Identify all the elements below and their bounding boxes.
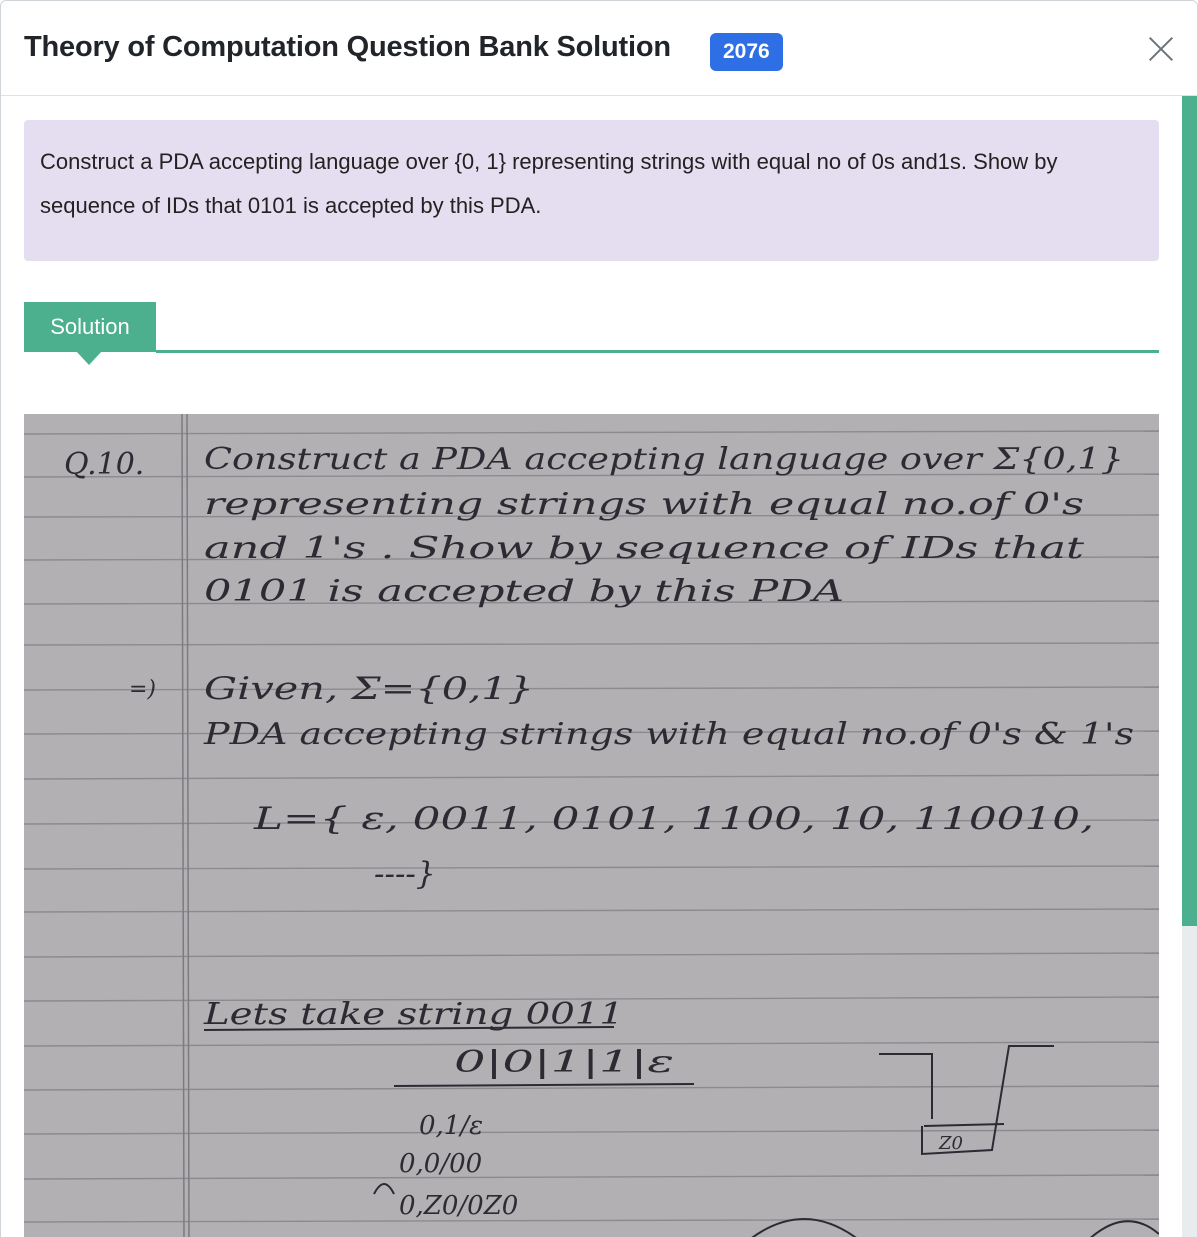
note-line-2: representing strings with equal no.of 0'…	[204, 487, 1084, 522]
question-solution-modal: Theory of Computation Question Bank Solu…	[0, 0, 1198, 1238]
question-box: Construct a PDA accepting language over …	[24, 120, 1159, 261]
note-answer-mark: =)	[129, 677, 156, 702]
note-language-cont: ----}	[374, 856, 436, 892]
note-transition-2: 0,0/00	[399, 1149, 482, 1179]
close-icon[interactable]	[1143, 31, 1179, 67]
note-transition-3: 0,Z0/0Z0	[399, 1191, 518, 1221]
solution-tab[interactable]: Solution	[24, 302, 156, 352]
note-line-4: 0101 is accepted by this PDA	[204, 574, 844, 609]
note-tape: 0|0|1|1|ε	[454, 1045, 674, 1080]
note-line-1: Construct a PDA accepting language over …	[204, 442, 1124, 477]
note-transition-1: 0,1/ε	[419, 1111, 483, 1141]
modal-body: Construct a PDA accepting language over …	[1, 96, 1181, 1237]
solution-divider	[156, 350, 1159, 353]
solution-tab-arrow	[76, 351, 102, 365]
modal-header: Theory of Computation Question Bank Solu…	[1, 1, 1197, 96]
modal-title: Theory of Computation Question Bank Solu…	[24, 31, 671, 63]
year-badge: 2076	[710, 33, 783, 71]
question-text: Construct a PDA accepting language over …	[40, 149, 1058, 218]
scrollbar-thumb[interactable]	[1182, 96, 1197, 926]
note-pda-line: PDA accepting strings with equal no.of 0…	[203, 717, 1134, 752]
note-line-3: and 1's . Show by sequence of IDs that	[204, 531, 1085, 566]
note-q-label: Q.10.	[64, 447, 144, 482]
handwritten-solution-image: Q.10. Construct a PDA accepting language…	[24, 414, 1159, 1237]
stack-symbol: Z0	[938, 1133, 963, 1154]
note-given: Given, Σ={0,1}	[204, 671, 534, 707]
note-language: L={ ε, 0011, 0101, 1100, 10, 110010,	[253, 801, 1094, 837]
